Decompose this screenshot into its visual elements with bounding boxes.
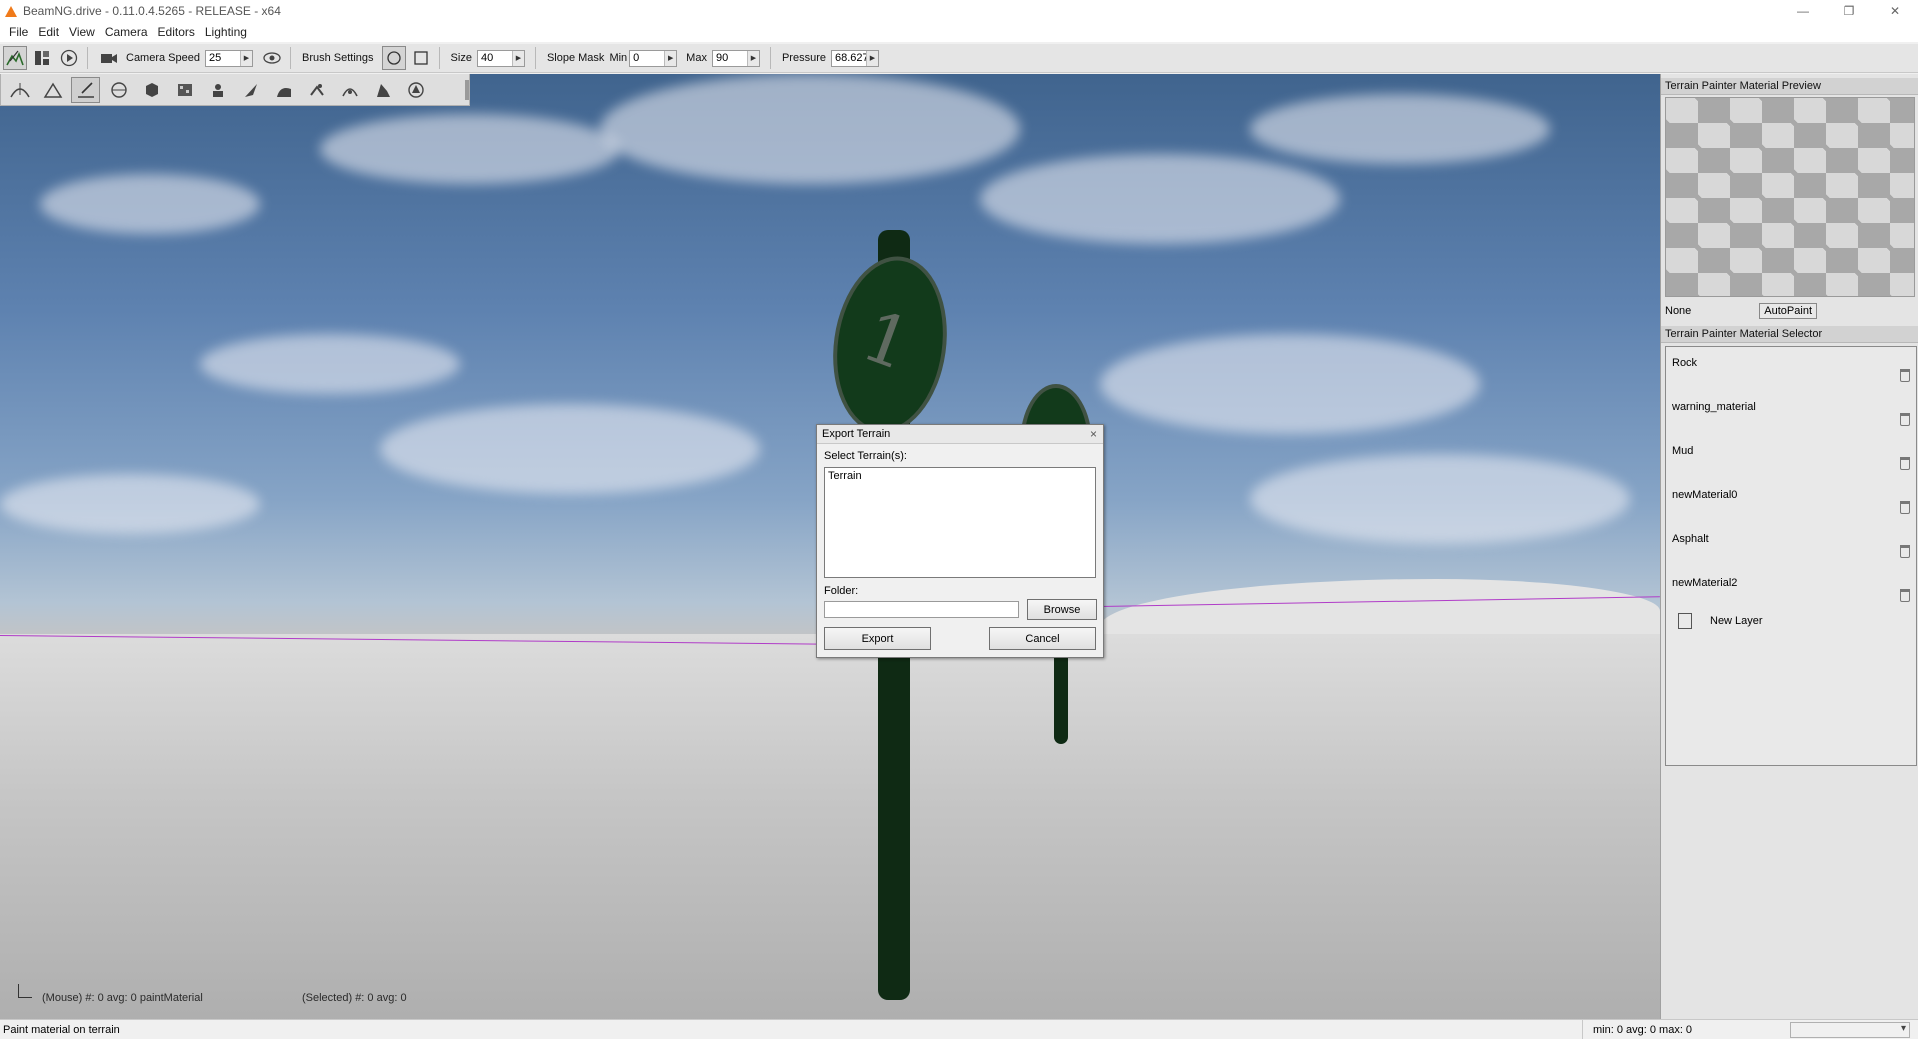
material-item[interactable]: Rock	[1666, 347, 1916, 391]
cancel-button[interactable]: Cancel	[989, 627, 1096, 650]
slope-max-label: Max	[686, 52, 707, 64]
selected-info: (Selected) #: 0 avg: 0	[302, 992, 407, 1004]
trash-icon[interactable]	[1900, 369, 1910, 382]
status-dropdown[interactable]	[1790, 1021, 1910, 1038]
trash-icon[interactable]	[1900, 589, 1910, 602]
menu-file[interactable]: File	[4, 25, 33, 39]
size-stepper[interactable]: 40 ▶	[476, 49, 525, 67]
terrain-tool-palette	[0, 74, 470, 106]
object-editor-icon[interactable]	[30, 46, 54, 70]
title-bar: BeamNG.drive - 0.11.0.4.5265 - RELEASE -…	[0, 0, 1918, 22]
square-brush-icon[interactable]	[409, 46, 433, 70]
right-panel: Terrain Painter Material Preview None Au…	[1660, 74, 1918, 1019]
sign-number: 1	[851, 294, 922, 387]
noise-icon[interactable]	[170, 77, 199, 103]
material-selector-header: Terrain Painter Material Selector	[1661, 326, 1918, 343]
set-height-icon[interactable]	[203, 77, 232, 103]
dialog-close-icon[interactable]: ×	[1090, 427, 1097, 441]
trash-icon[interactable]	[1900, 457, 1910, 470]
close-window-button[interactable]: ✕	[1872, 0, 1918, 22]
terrain-list-item[interactable]: Terrain	[828, 470, 1092, 482]
clear-terrain-icon[interactable]	[302, 77, 331, 103]
minimize-button[interactable]: —	[1780, 0, 1826, 22]
select-terrains-label: Select Terrain(s):	[824, 450, 907, 462]
menu-editors[interactable]: Editors	[153, 25, 200, 39]
mouse-info: (Mouse) #: 0 avg: 0 paintMaterial	[42, 992, 203, 1004]
menu-view[interactable]: View	[64, 25, 100, 39]
beamng-logo-icon	[4, 4, 18, 18]
window-title: BeamNG.drive - 0.11.0.4.5265 - RELEASE -…	[23, 4, 281, 18]
camera-icon[interactable]	[97, 46, 121, 70]
flatten-icon[interactable]	[137, 77, 166, 103]
export-button[interactable]: Export	[824, 627, 931, 650]
material-item[interactable]: newMaterial2	[1666, 567, 1916, 611]
play-game-icon[interactable]	[57, 46, 81, 70]
restore-terrain-icon[interactable]	[335, 77, 364, 103]
material-item[interactable]: warning_material	[1666, 391, 1916, 435]
trash-icon[interactable]	[1900, 501, 1910, 514]
terrain-listbox[interactable]: Terrain	[824, 467, 1096, 578]
pressure-stepper[interactable]: 68.627 ▶	[830, 49, 879, 67]
new-layer-icon	[1678, 613, 1692, 629]
new-layer-label: New Layer	[1710, 615, 1763, 627]
status-stats: min: 0 avg: 0 max: 0	[1582, 1019, 1782, 1039]
material-item[interactable]: Mud	[1666, 435, 1916, 479]
trash-icon[interactable]	[1900, 413, 1910, 426]
browse-button[interactable]: Browse	[1027, 599, 1097, 620]
terrain-boundary-line-right	[1099, 596, 1660, 607]
snow-ridge	[1100, 579, 1660, 659]
menu-camera[interactable]: Camera	[100, 25, 153, 39]
main-toolbar: Camera Speed 25 ▶ Brush Settings Size 40 ▶…	[0, 44, 1918, 73]
target-height-icon[interactable]	[401, 77, 430, 103]
material-item[interactable]: newMaterial0	[1666, 479, 1916, 523]
dialog-title: Export Terrain	[822, 428, 891, 440]
slope-icon[interactable]	[236, 77, 265, 103]
paint-material-icon[interactable]	[71, 76, 100, 103]
new-layer-button[interactable]: New Layer	[1666, 613, 1916, 629]
pressure-label: Pressure	[781, 52, 826, 64]
dialog-title-bar: Export Terrain ×	[817, 425, 1103, 444]
folder-label: Folder:	[824, 585, 859, 597]
snow-ground	[0, 634, 1660, 1019]
menu-lighting[interactable]: Lighting	[200, 25, 252, 39]
near-sign: 1	[822, 249, 958, 441]
preview-material-name: None	[1665, 305, 1692, 317]
raise-height-icon[interactable]	[5, 77, 34, 103]
camera-speed-label: Camera Speed	[126, 52, 200, 64]
menu-bar: File Edit View Camera Editors Lighting	[0, 22, 1918, 42]
camera-speed-stepper[interactable]: 25 ▶	[205, 49, 253, 67]
menu-edit[interactable]: Edit	[33, 25, 64, 39]
brush-settings-label: Brush Settings	[302, 52, 374, 64]
slope-min-stepper[interactable]: 0 ▶	[629, 49, 678, 67]
status-message: Paint material on terrain	[3, 1023, 120, 1036]
status-bar: Paint material on terrain min: 0 avg: 0 …	[0, 1019, 1918, 1039]
size-label: Size	[450, 52, 472, 64]
slope-min-label: Min	[609, 52, 628, 64]
terrain-boundary-line	[0, 635, 830, 645]
export-terrain-dialog: Export Terrain × Select Terrain(s): Terr…	[816, 424, 1104, 658]
slope-mask-label: Slope Mask	[546, 52, 605, 64]
circle-brush-icon[interactable]	[381, 46, 406, 70]
material-selector-list: Rock warning_material Mud newMaterial0 A…	[1665, 346, 1917, 766]
smooth-icon[interactable]	[104, 77, 133, 103]
folder-input[interactable]	[824, 601, 1019, 618]
palette-grip[interactable]	[465, 80, 469, 100]
material-item[interactable]: Asphalt	[1666, 523, 1916, 567]
smooth-slope-icon[interactable]	[269, 77, 298, 103]
slope-max-stepper[interactable]: 90 ▶	[711, 49, 760, 67]
adjust-height-icon[interactable]	[368, 77, 397, 103]
trash-icon[interactable]	[1900, 545, 1910, 558]
lower-height-icon[interactable]	[38, 77, 67, 103]
terrain-editor-mode-icon[interactable]	[3, 46, 27, 70]
autopaint-button[interactable]: AutoPaint	[1759, 303, 1817, 319]
material-preview-header: Terrain Painter Material Preview	[1661, 78, 1918, 95]
restore-button[interactable]: ❐	[1826, 0, 1872, 22]
visibility-eye-icon[interactable]	[260, 46, 284, 70]
material-preview	[1665, 97, 1915, 297]
axis-gizmo-icon	[18, 984, 32, 998]
